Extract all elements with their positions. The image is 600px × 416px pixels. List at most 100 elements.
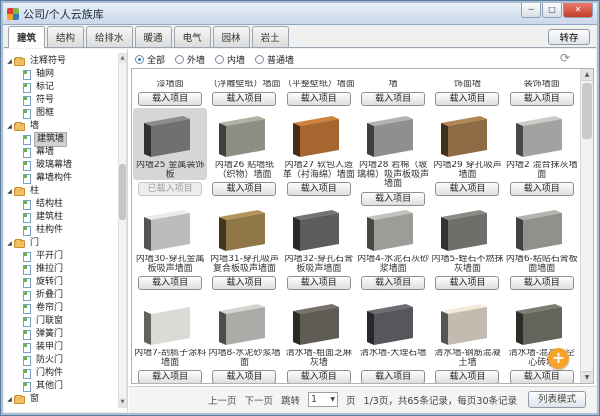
family-card[interactable]: 内墙30-穿孔金属板吸声墙面 载入项目 [133, 201, 207, 295]
transfer-button[interactable]: 转存 [548, 29, 590, 45]
load-into-project-button[interactable]: 载入项目 [435, 370, 499, 384]
scroll-down-icon[interactable]: ▼ [581, 371, 593, 383]
tree-item[interactable]: 旋转门 [6, 276, 117, 289]
wall-thumbnail[interactable] [283, 109, 351, 161]
load-into-project-button[interactable]: 载入项目 [435, 92, 499, 106]
tree-item[interactable]: 玻璃幕墙 [6, 159, 117, 172]
tab-5[interactable]: 园林 [213, 26, 250, 47]
radio-全部[interactable]: 全部 [135, 53, 165, 66]
minimize-button[interactable]: ─ [521, 3, 541, 18]
tree-item[interactable]: 柱构件 [6, 224, 117, 237]
load-into-project-button[interactable]: 载入项目 [510, 370, 574, 384]
close-button[interactable]: ✕ [563, 3, 593, 18]
wall-thumbnail[interactable] [209, 109, 277, 161]
family-card[interactable]: 内墙26 贴墙纸（织物）墙面 载入项目 [207, 107, 281, 201]
wall-thumbnail[interactable] [431, 109, 499, 161]
tree-item[interactable]: 弹簧门 [6, 328, 117, 341]
family-card[interactable]: 内墙6-粘贴石膏板面墙面 载入项目 [505, 201, 579, 295]
load-into-project-button[interactable]: 载入项目 [435, 182, 499, 196]
wall-thumbnail[interactable] [431, 297, 499, 349]
load-into-project-button[interactable]: 载入项目 [361, 276, 425, 290]
family-card[interactable]: 清水墙-混凝土空心砖墙 载入项目 [505, 295, 579, 384]
tree-folder[interactable]: ◢门 [6, 237, 117, 250]
family-card[interactable]: 墙 载入项目 [356, 78, 430, 107]
scroll-up-icon[interactable]: ▲ [119, 54, 126, 63]
family-card[interactable]: 内墙31-穿孔吸声复合板吸声墙面 载入项目 [207, 201, 281, 295]
load-into-project-button[interactable]: 载入项目 [212, 370, 276, 384]
wall-thumbnail[interactable] [357, 109, 425, 161]
load-into-project-button[interactable]: 载入项目 [287, 370, 351, 384]
load-into-project-button[interactable]: 载入项目 [361, 92, 425, 106]
wall-thumbnail[interactable] [431, 203, 499, 255]
load-into-project-button[interactable]: 载入项目 [435, 276, 499, 290]
wall-thumbnail[interactable] [506, 297, 574, 349]
load-into-project-button[interactable]: 载入项目 [361, 370, 425, 384]
tree-folder[interactable]: ◢柱 [6, 185, 117, 198]
tab-6[interactable]: 岩土 [252, 26, 289, 47]
family-card[interactable]: 清水墙-钢筋混凝土墙 载入项目 [430, 295, 504, 384]
wall-thumbnail[interactable] [506, 109, 574, 161]
load-into-project-button[interactable]: 载入项目 [287, 92, 351, 106]
tree-item[interactable]: 防火门 [6, 354, 117, 367]
radio-外墙[interactable]: 外墙 [175, 53, 205, 66]
family-card[interactable]: 内墙5-蛭石不燃抹灰墙面 载入项目 [430, 201, 504, 295]
family-card[interactable]: 内墙7-刮腻子涂料墙面 载入项目 [133, 295, 207, 384]
wall-thumbnail[interactable] [209, 203, 277, 255]
tree-item[interactable]: 轴网 [6, 68, 117, 81]
tab-2[interactable]: 给排水 [86, 26, 133, 47]
tree-item[interactable]: 装甲门 [6, 341, 117, 354]
load-into-project-button[interactable]: 已载入项目 [138, 182, 202, 196]
wall-thumbnail[interactable] [209, 297, 277, 349]
page-select[interactable]: 1 ▼ [308, 392, 338, 407]
tree-item[interactable]: 建筑柱 [6, 211, 117, 224]
tree-item[interactable]: 其他门 [6, 380, 117, 393]
tree-item[interactable]: 幕墙构件 [6, 172, 117, 185]
tree-item[interactable]: 结构柱 [6, 198, 117, 211]
family-card[interactable]: 内墙25 金属装饰板 已载入项目 [133, 107, 207, 201]
tree-item[interactable]: 门构件 [6, 367, 117, 380]
prev-page-link[interactable]: 上一页 [208, 393, 237, 407]
wall-thumbnail[interactable] [357, 203, 425, 255]
maximize-button[interactable]: □ [542, 3, 562, 18]
expand-arrow-icon[interactable]: ◢ [6, 185, 13, 198]
family-card[interactable]: 内墙4-水泥石灰砂浆墙面 载入项目 [356, 201, 430, 295]
wall-thumbnail[interactable] [134, 109, 202, 161]
load-into-project-button[interactable]: 载入项目 [287, 276, 351, 290]
family-card[interactable]: （浮雕壁纸）墙面 载入项目 [207, 78, 281, 107]
load-into-project-button[interactable]: 载入项目 [138, 370, 202, 384]
load-into-project-button[interactable]: 载入项目 [138, 276, 202, 290]
tree-item[interactable]: 标记 [6, 81, 117, 94]
family-card[interactable]: 清水墙-粗面芝麻灰墙 载入项目 [282, 295, 356, 384]
tree-folder[interactable]: ◢注释符号 [6, 55, 117, 68]
radio-内墙[interactable]: 内墙 [215, 53, 245, 66]
family-card[interactable]: 内墙2 混合抹灰墙面 载入项目 [505, 107, 579, 201]
load-into-project-button[interactable]: 载入项目 [510, 92, 574, 106]
sidebar-scroll-thumb[interactable] [119, 164, 126, 220]
expand-arrow-icon[interactable]: ◢ [6, 237, 13, 250]
wall-thumbnail[interactable] [506, 203, 574, 255]
tree-item[interactable]: 幕墙 [6, 146, 117, 159]
family-card[interactable]: 漆墙面 载入项目 [133, 78, 207, 107]
next-page-link[interactable]: 下一页 [245, 393, 274, 407]
load-into-project-button[interactable]: 载入项目 [138, 92, 202, 106]
family-card[interactable]: 内墙29 穿孔吸声墙面 载入项目 [430, 107, 504, 201]
tree-item[interactable]: 平开门 [6, 250, 117, 263]
family-card[interactable]: 内墙28 岩棉（玻璃棉）吸声板吸声墙面 载入项目 [356, 107, 430, 201]
tree-item[interactable]: 推拉门 [6, 263, 117, 276]
expand-arrow-icon[interactable]: ◢ [6, 55, 13, 68]
load-into-project-button[interactable]: 载入项目 [287, 182, 351, 196]
tab-3[interactable]: 暖通 [135, 26, 172, 47]
grid-scroll-thumb[interactable] [582, 83, 592, 139]
family-card[interactable]: 清水墙-大理石墙 载入项目 [356, 295, 430, 384]
tab-1[interactable]: 结构 [47, 26, 84, 47]
tree-item[interactable]: 图框 [6, 107, 117, 120]
add-button[interactable]: + [548, 348, 569, 369]
wall-thumbnail[interactable] [134, 297, 202, 349]
wall-thumbnail[interactable] [283, 203, 351, 255]
expand-arrow-icon[interactable]: ◢ [6, 120, 13, 133]
radio-普通墙[interactable]: 普通墙 [255, 53, 294, 66]
tree-item[interactable]: 门联窗 [6, 315, 117, 328]
wall-thumbnail[interactable] [283, 297, 351, 349]
tree-item[interactable]: 建筑墙 [6, 133, 117, 146]
load-into-project-button[interactable]: 载入项目 [212, 182, 276, 196]
